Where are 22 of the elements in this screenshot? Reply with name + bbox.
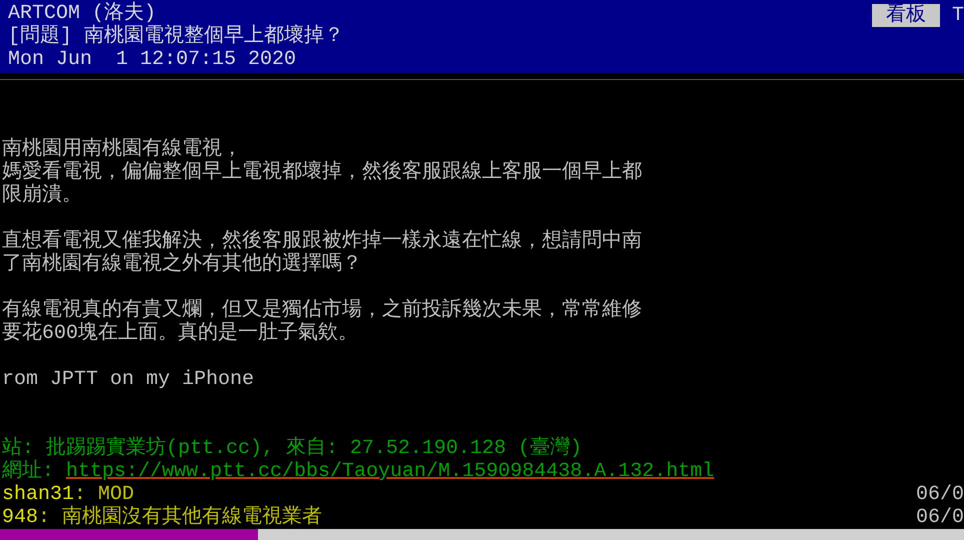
header-text: Mon Jun 1 12:07:15 2020 (8, 48, 298, 71)
header-text: ARTCOM (洛夫) (8, 2, 158, 25)
article-text: rom JPTT on my iPhone (2, 368, 256, 391)
push-content: : 南桃園沒有其他有線電視業者 (38, 506, 324, 529)
push-user: 948 (2, 506, 38, 529)
board-name: T (952, 4, 964, 27)
station-info: 站: 批踢踢實業坊(ptt.cc), 來自: 27.52.190.128 (臺灣) (2, 437, 584, 460)
article-text: 媽愛看電視，偏偏整個早上電視都壞掉，然後客服跟線上客服一個早上都 (2, 161, 643, 184)
push-time: 06/0 (916, 506, 964, 529)
article-text: 了南桃園有線電視之外有其他的選擇嗎？ (2, 253, 363, 276)
article-text: 有線電視真的有貴又爛，但又是獨佔市場，之前投訴幾次未果，常常維修 (2, 299, 643, 322)
article-link[interactable]: https://www.ptt.cc/bbs/Taoyuan/M.1590984438.A.132.html (66, 460, 714, 483)
push-content: : MOD (74, 483, 136, 506)
push-user: shan31 (2, 483, 74, 506)
article-text: 限崩潰。 (2, 184, 83, 207)
board-label: 看板 (872, 4, 940, 27)
article-text: 要花600塊在上面。真的是一肚子氣欸。 (2, 322, 360, 345)
url-label: 網址: (2, 460, 56, 483)
article-text: 直想看電視又催我解決，然後客服跟被炸掉一樣永遠在忙線，想請問中南 (2, 230, 643, 253)
article-text: 南桃園用南桃園有線電視， (2, 138, 243, 161)
header-text: [問題] 南桃園電視整個早上都壞掉？ (8, 25, 346, 48)
push-time: 06/0 (916, 483, 964, 506)
